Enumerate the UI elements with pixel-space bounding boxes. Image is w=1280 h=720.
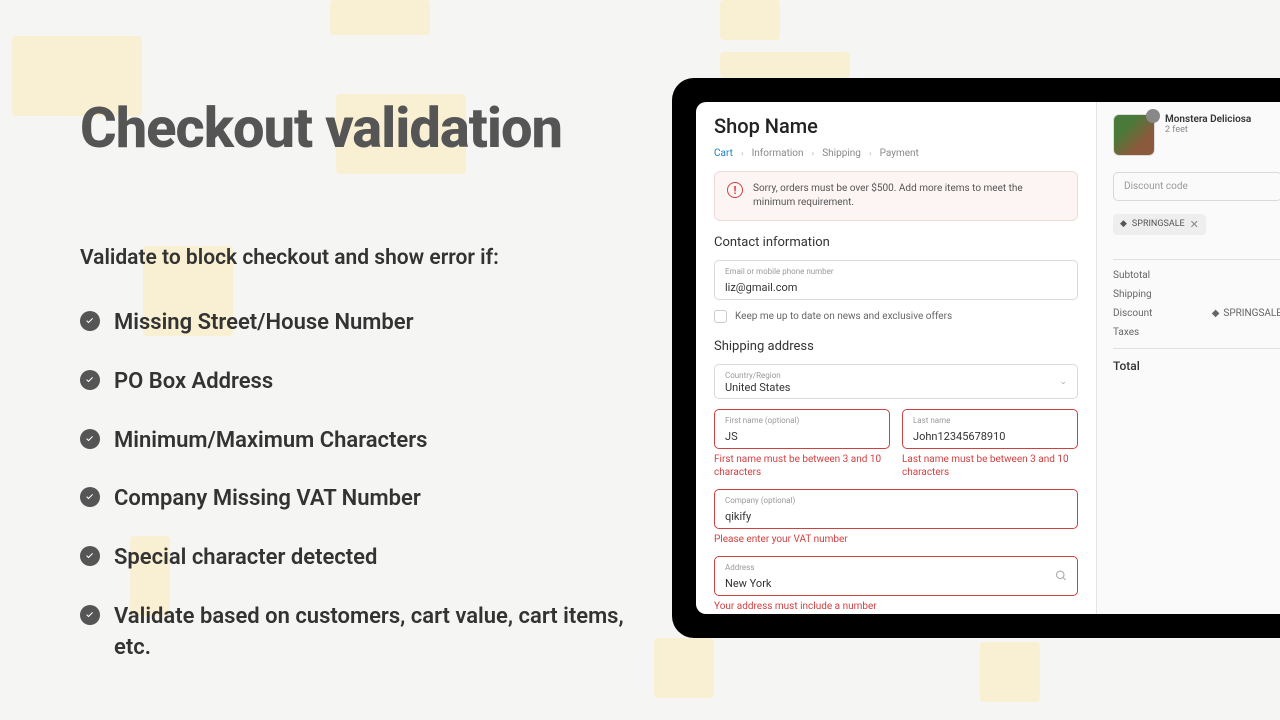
chevron-right-icon: ›: [869, 149, 872, 159]
applied-discount: ◆ SPRINGSALE: [1212, 308, 1280, 319]
discount-input[interactable]: Discount code: [1113, 172, 1280, 201]
first-name-error: First name must be between 3 and 10 char…: [714, 453, 890, 479]
first-name-label: First name (optional): [725, 416, 879, 425]
shipping-heading: Shipping address: [714, 339, 1078, 354]
last-name-field[interactable]: Last name: [902, 409, 1078, 449]
crumb-cart[interactable]: Cart: [714, 148, 733, 159]
address-label: Address: [725, 563, 1067, 572]
contact-heading: Contact information: [714, 235, 1078, 250]
email-label: Email or mobile phone number: [725, 267, 1067, 276]
crumb-payment[interactable]: Payment: [880, 148, 919, 159]
tag-icon: ◆: [1120, 219, 1127, 229]
chevron-right-icon: ›: [812, 149, 815, 159]
company-label: Company (optional): [725, 496, 1067, 505]
quantity-badge: [1146, 109, 1160, 123]
check-icon: [80, 429, 100, 449]
device-frame: Shop Name Cart › Information › Shipping …: [672, 78, 1280, 638]
search-icon: [1055, 567, 1067, 586]
company-error: Please enter your VAT number: [714, 533, 1078, 546]
crumb-information[interactable]: Information: [752, 148, 804, 159]
address-field[interactable]: Address: [714, 556, 1078, 596]
check-icon: [80, 370, 100, 390]
country-label: Country/Region: [725, 371, 1067, 380]
email-field[interactable]: Email or mobile phone number: [714, 260, 1078, 300]
product-thumbnail: [1113, 114, 1155, 156]
crumb-shipping[interactable]: Shipping: [822, 148, 861, 159]
discount-label: Discount: [1113, 308, 1152, 319]
list-item: Minimum/Maximum Characters: [114, 426, 427, 457]
list-item: Company Missing VAT Number: [114, 484, 421, 515]
alert-text: Sorry, orders must be over $500. Add mor…: [753, 182, 1065, 210]
alert-icon: !: [727, 182, 743, 198]
address-input[interactable]: [725, 576, 1067, 590]
cart-product: Monstera Deliciosa 2 feet: [1113, 114, 1280, 156]
divider: [1113, 348, 1280, 349]
feature-list: Missing Street/House Number PO Box Addre…: [80, 308, 640, 664]
list-item: Validate based on customers, cart value,…: [114, 602, 640, 664]
discount-code: SPRINGSALE: [1132, 219, 1185, 229]
total-label: Total: [1113, 359, 1140, 373]
check-icon: [80, 487, 100, 507]
page-subtitle: Validate to block checkout and show erro…: [80, 246, 640, 270]
address-error: Your address must include a number: [714, 600, 1078, 613]
subtotal-label: Subtotal: [1113, 270, 1150, 281]
check-icon: [80, 605, 100, 625]
list-item: Special character detected: [114, 543, 377, 574]
company-field[interactable]: Company (optional): [714, 489, 1078, 529]
last-name-label: Last name: [913, 416, 1067, 425]
first-name-input[interactable]: [725, 429, 879, 443]
taxes-label: Taxes: [1113, 327, 1139, 338]
remove-tag-icon[interactable]: ✕: [1190, 218, 1199, 231]
shop-name: Shop Name: [714, 114, 1078, 138]
shipping-label: Shipping: [1113, 289, 1152, 300]
check-icon: [80, 546, 100, 566]
chevron-down-icon: ⌄: [1059, 377, 1067, 387]
product-name: Monstera Deliciosa: [1165, 114, 1251, 125]
optin-label: Keep me up to date on news and exclusive…: [735, 311, 952, 322]
last-name-error: Last name must be between 3 and 10 chara…: [902, 453, 1078, 479]
divider: [1113, 259, 1280, 260]
discount-tag: ◆ SPRINGSALE ✕: [1113, 214, 1206, 235]
last-name-input[interactable]: [913, 429, 1067, 443]
country-value: United States: [725, 380, 1067, 394]
country-select[interactable]: Country/Region United States ⌄: [714, 364, 1078, 399]
list-item: PO Box Address: [114, 367, 273, 398]
company-input[interactable]: [725, 509, 1067, 523]
product-variant: 2 feet: [1165, 125, 1251, 135]
list-item: Missing Street/House Number: [114, 308, 414, 339]
page-title: Checkout validation: [80, 95, 640, 161]
check-icon: [80, 311, 100, 331]
first-name-field[interactable]: First name (optional): [714, 409, 890, 449]
breadcrumb: Cart › Information › Shipping › Payment: [714, 148, 1078, 159]
optin-checkbox[interactable]: [714, 310, 727, 323]
error-alert: ! Sorry, orders must be over $500. Add m…: [714, 171, 1078, 221]
email-input[interactable]: [725, 280, 1067, 294]
chevron-right-icon: ›: [741, 149, 744, 159]
